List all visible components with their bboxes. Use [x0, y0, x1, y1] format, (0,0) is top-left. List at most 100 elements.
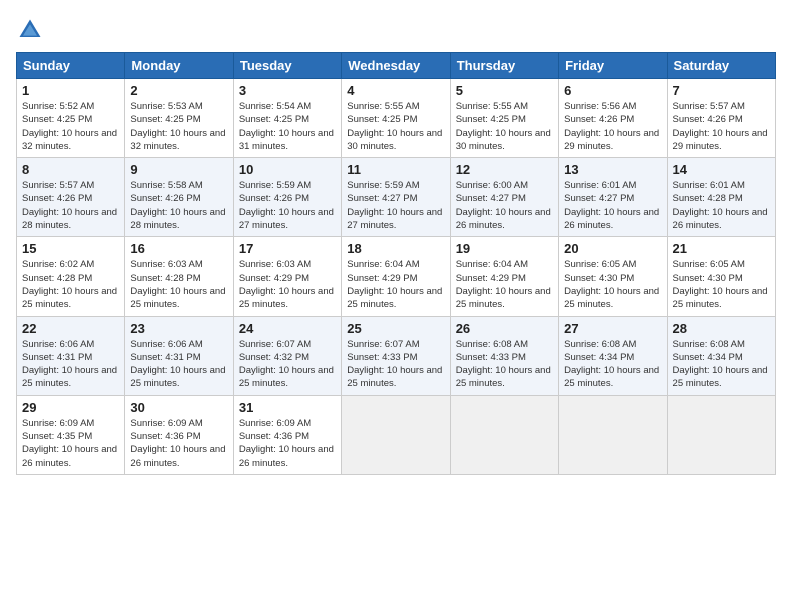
calendar-cell: 11 Sunrise: 5:59 AM Sunset: 4:27 PM Dayl…: [342, 158, 450, 237]
day-number: 30: [130, 400, 227, 415]
page-header: [16, 16, 776, 44]
calendar-week-3: 15 Sunrise: 6:02 AM Sunset: 4:28 PM Dayl…: [17, 237, 776, 316]
day-number: 24: [239, 321, 336, 336]
calendar-cell: 29 Sunrise: 6:09 AM Sunset: 4:35 PM Dayl…: [17, 395, 125, 474]
calendar-cell: 21 Sunrise: 6:05 AM Sunset: 4:30 PM Dayl…: [667, 237, 775, 316]
col-header-friday: Friday: [559, 53, 667, 79]
day-info: Sunrise: 6:06 AM Sunset: 4:31 PM Dayligh…: [22, 338, 119, 391]
day-number: 31: [239, 400, 336, 415]
day-info: Sunrise: 5:55 AM Sunset: 4:25 PM Dayligh…: [456, 100, 553, 153]
calendar-cell: 25 Sunrise: 6:07 AM Sunset: 4:33 PM Dayl…: [342, 316, 450, 395]
day-info: Sunrise: 6:09 AM Sunset: 4:36 PM Dayligh…: [239, 417, 336, 470]
col-header-thursday: Thursday: [450, 53, 558, 79]
calendar-cell: 6 Sunrise: 5:56 AM Sunset: 4:26 PM Dayli…: [559, 79, 667, 158]
calendar-cell: [450, 395, 558, 474]
calendar-cell: 12 Sunrise: 6:00 AM Sunset: 4:27 PM Dayl…: [450, 158, 558, 237]
day-number: 7: [673, 83, 770, 98]
col-header-wednesday: Wednesday: [342, 53, 450, 79]
day-info: Sunrise: 5:57 AM Sunset: 4:26 PM Dayligh…: [673, 100, 770, 153]
day-info: Sunrise: 6:09 AM Sunset: 4:36 PM Dayligh…: [130, 417, 227, 470]
day-info: Sunrise: 6:06 AM Sunset: 4:31 PM Dayligh…: [130, 338, 227, 391]
day-info: Sunrise: 6:07 AM Sunset: 4:32 PM Dayligh…: [239, 338, 336, 391]
day-info: Sunrise: 6:04 AM Sunset: 4:29 PM Dayligh…: [456, 258, 553, 311]
col-header-tuesday: Tuesday: [233, 53, 341, 79]
col-header-saturday: Saturday: [667, 53, 775, 79]
calendar-cell: 19 Sunrise: 6:04 AM Sunset: 4:29 PM Dayl…: [450, 237, 558, 316]
calendar-cell: 9 Sunrise: 5:58 AM Sunset: 4:26 PM Dayli…: [125, 158, 233, 237]
day-number: 11: [347, 162, 444, 177]
calendar-cell: 18 Sunrise: 6:04 AM Sunset: 4:29 PM Dayl…: [342, 237, 450, 316]
calendar-week-5: 29 Sunrise: 6:09 AM Sunset: 4:35 PM Dayl…: [17, 395, 776, 474]
calendar-cell: 8 Sunrise: 5:57 AM Sunset: 4:26 PM Dayli…: [17, 158, 125, 237]
day-info: Sunrise: 5:59 AM Sunset: 4:27 PM Dayligh…: [347, 179, 444, 232]
day-info: Sunrise: 6:02 AM Sunset: 4:28 PM Dayligh…: [22, 258, 119, 311]
day-info: Sunrise: 5:57 AM Sunset: 4:26 PM Dayligh…: [22, 179, 119, 232]
col-header-sunday: Sunday: [17, 53, 125, 79]
calendar-cell: 16 Sunrise: 6:03 AM Sunset: 4:28 PM Dayl…: [125, 237, 233, 316]
calendar-cell: 27 Sunrise: 6:08 AM Sunset: 4:34 PM Dayl…: [559, 316, 667, 395]
day-info: Sunrise: 5:53 AM Sunset: 4:25 PM Dayligh…: [130, 100, 227, 153]
day-info: Sunrise: 6:00 AM Sunset: 4:27 PM Dayligh…: [456, 179, 553, 232]
day-number: 29: [22, 400, 119, 415]
calendar-cell: [342, 395, 450, 474]
day-number: 25: [347, 321, 444, 336]
calendar-cell: 24 Sunrise: 6:07 AM Sunset: 4:32 PM Dayl…: [233, 316, 341, 395]
day-number: 10: [239, 162, 336, 177]
calendar-cell: 5 Sunrise: 5:55 AM Sunset: 4:25 PM Dayli…: [450, 79, 558, 158]
calendar-cell: 2 Sunrise: 5:53 AM Sunset: 4:25 PM Dayli…: [125, 79, 233, 158]
day-info: Sunrise: 5:52 AM Sunset: 4:25 PM Dayligh…: [22, 100, 119, 153]
calendar-cell: 4 Sunrise: 5:55 AM Sunset: 4:25 PM Dayli…: [342, 79, 450, 158]
calendar-cell: 7 Sunrise: 5:57 AM Sunset: 4:26 PM Dayli…: [667, 79, 775, 158]
day-info: Sunrise: 6:08 AM Sunset: 4:34 PM Dayligh…: [673, 338, 770, 391]
day-number: 3: [239, 83, 336, 98]
day-number: 18: [347, 241, 444, 256]
day-info: Sunrise: 5:56 AM Sunset: 4:26 PM Dayligh…: [564, 100, 661, 153]
day-number: 20: [564, 241, 661, 256]
calendar-header-row: SundayMondayTuesdayWednesdayThursdayFrid…: [17, 53, 776, 79]
calendar-week-4: 22 Sunrise: 6:06 AM Sunset: 4:31 PM Dayl…: [17, 316, 776, 395]
day-number: 16: [130, 241, 227, 256]
day-info: Sunrise: 6:03 AM Sunset: 4:29 PM Dayligh…: [239, 258, 336, 311]
calendar-week-2: 8 Sunrise: 5:57 AM Sunset: 4:26 PM Dayli…: [17, 158, 776, 237]
calendar-cell: 20 Sunrise: 6:05 AM Sunset: 4:30 PM Dayl…: [559, 237, 667, 316]
day-info: Sunrise: 6:07 AM Sunset: 4:33 PM Dayligh…: [347, 338, 444, 391]
calendar-cell: 13 Sunrise: 6:01 AM Sunset: 4:27 PM Dayl…: [559, 158, 667, 237]
logo-icon: [16, 16, 44, 44]
day-number: 13: [564, 162, 661, 177]
day-info: Sunrise: 5:54 AM Sunset: 4:25 PM Dayligh…: [239, 100, 336, 153]
day-number: 21: [673, 241, 770, 256]
day-info: Sunrise: 6:01 AM Sunset: 4:28 PM Dayligh…: [673, 179, 770, 232]
calendar-cell: 14 Sunrise: 6:01 AM Sunset: 4:28 PM Dayl…: [667, 158, 775, 237]
day-number: 5: [456, 83, 553, 98]
day-info: Sunrise: 6:03 AM Sunset: 4:28 PM Dayligh…: [130, 258, 227, 311]
calendar-cell: 15 Sunrise: 6:02 AM Sunset: 4:28 PM Dayl…: [17, 237, 125, 316]
day-number: 17: [239, 241, 336, 256]
calendar-cell: 31 Sunrise: 6:09 AM Sunset: 4:36 PM Dayl…: [233, 395, 341, 474]
day-number: 26: [456, 321, 553, 336]
day-info: Sunrise: 6:01 AM Sunset: 4:27 PM Dayligh…: [564, 179, 661, 232]
day-number: 23: [130, 321, 227, 336]
day-number: 12: [456, 162, 553, 177]
day-number: 6: [564, 83, 661, 98]
logo: [16, 16, 48, 44]
col-header-monday: Monday: [125, 53, 233, 79]
day-number: 8: [22, 162, 119, 177]
day-number: 4: [347, 83, 444, 98]
calendar-cell: 3 Sunrise: 5:54 AM Sunset: 4:25 PM Dayli…: [233, 79, 341, 158]
day-number: 14: [673, 162, 770, 177]
day-number: 1: [22, 83, 119, 98]
calendar-week-1: 1 Sunrise: 5:52 AM Sunset: 4:25 PM Dayli…: [17, 79, 776, 158]
day-info: Sunrise: 5:59 AM Sunset: 4:26 PM Dayligh…: [239, 179, 336, 232]
calendar-cell: 17 Sunrise: 6:03 AM Sunset: 4:29 PM Dayl…: [233, 237, 341, 316]
calendar-table: SundayMondayTuesdayWednesdayThursdayFrid…: [16, 52, 776, 475]
day-info: Sunrise: 6:09 AM Sunset: 4:35 PM Dayligh…: [22, 417, 119, 470]
calendar-cell: 10 Sunrise: 5:59 AM Sunset: 4:26 PM Dayl…: [233, 158, 341, 237]
day-number: 22: [22, 321, 119, 336]
day-number: 2: [130, 83, 227, 98]
calendar-cell: [667, 395, 775, 474]
calendar-cell: 26 Sunrise: 6:08 AM Sunset: 4:33 PM Dayl…: [450, 316, 558, 395]
day-info: Sunrise: 6:08 AM Sunset: 4:34 PM Dayligh…: [564, 338, 661, 391]
calendar-cell: 23 Sunrise: 6:06 AM Sunset: 4:31 PM Dayl…: [125, 316, 233, 395]
day-number: 9: [130, 162, 227, 177]
day-info: Sunrise: 6:04 AM Sunset: 4:29 PM Dayligh…: [347, 258, 444, 311]
